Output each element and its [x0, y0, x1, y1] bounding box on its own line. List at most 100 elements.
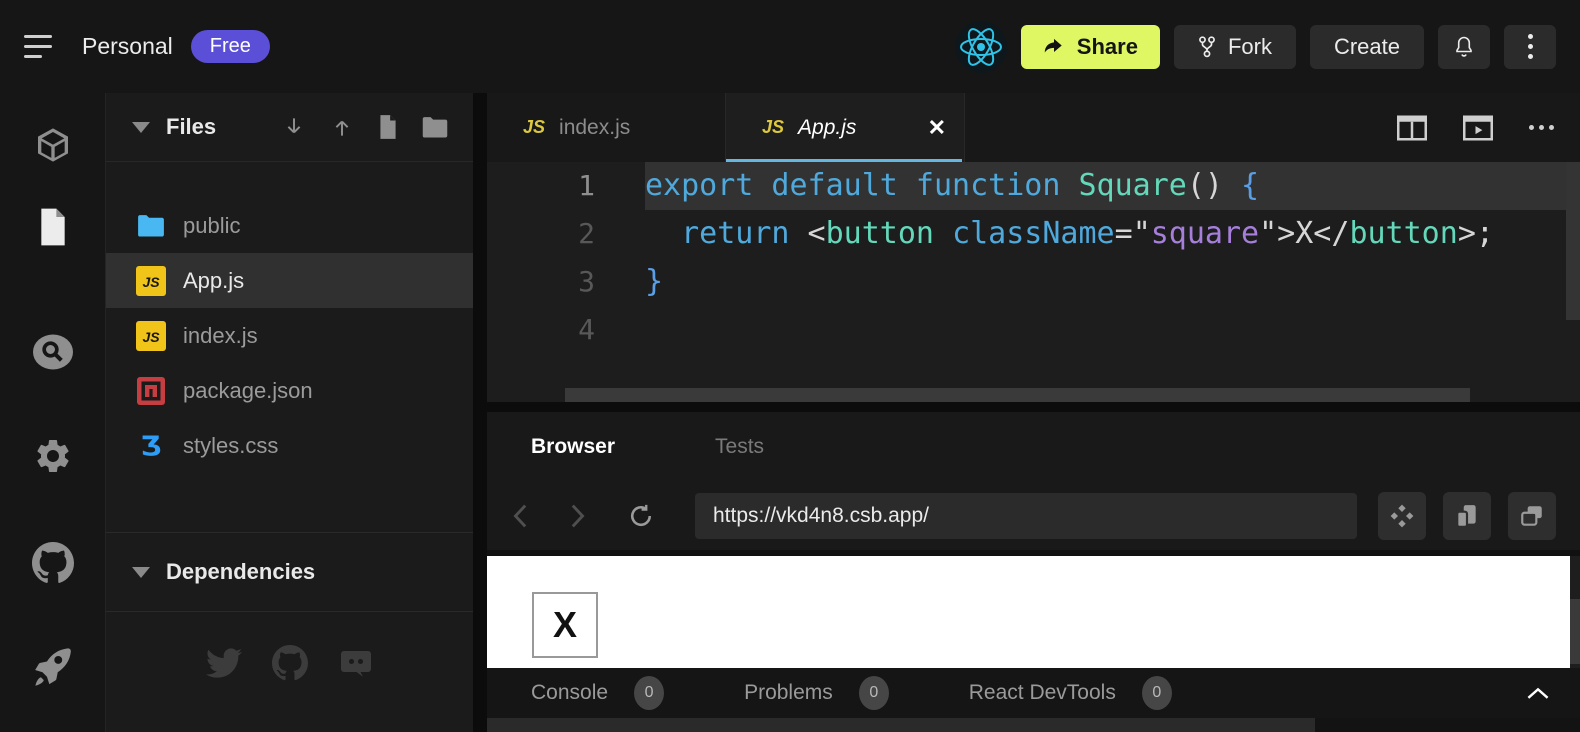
top-bar: Personal Free Share	[0, 0, 1580, 93]
devtools-tab-label: Problems	[744, 681, 833, 705]
devtools-tab-console[interactable]: Console0	[531, 676, 664, 710]
file-item-styles-css[interactable]: Ʒstyles.css	[106, 418, 473, 473]
new-folder-icon[interactable]	[421, 114, 449, 140]
plan-badge: Free	[191, 30, 270, 63]
horizontal-scrollbar[interactable]	[565, 388, 1470, 402]
new-file-icon[interactable]	[377, 114, 399, 140]
workspace-title: Personal	[82, 33, 173, 60]
file-label: index.js	[183, 323, 258, 349]
twitter-icon[interactable]	[206, 645, 242, 681]
responsive-mode-button[interactable]	[1443, 492, 1491, 540]
svg-text:JS: JS	[142, 329, 160, 345]
discord-icon[interactable]	[338, 645, 374, 681]
line-number: 2	[487, 210, 645, 258]
preview-scrollbar[interactable]	[1570, 556, 1580, 668]
chevron-up-icon[interactable]	[1526, 685, 1550, 701]
js-icon: JS	[523, 117, 545, 138]
browser-panel: Browser Tests https://vkd4n8.csb.app/	[487, 412, 1580, 732]
activity-rail	[0, 93, 105, 732]
back-icon[interactable]	[511, 503, 529, 529]
search-icon[interactable]	[25, 324, 81, 380]
bottom-scroll-track	[487, 718, 1580, 732]
devices-icon	[1454, 503, 1480, 529]
files-explorer-icon[interactable]	[25, 199, 81, 255]
forward-icon[interactable]	[569, 503, 587, 529]
upload-icon[interactable]	[329, 114, 355, 140]
editor-tab-bar: JS index.jsJS App.js ✕	[487, 93, 1580, 162]
close-tab-icon[interactable]: ✕	[928, 115, 946, 141]
line-number: 4	[487, 306, 645, 354]
sandbox-cube-icon[interactable]	[25, 117, 81, 173]
count-badge: 0	[1142, 676, 1172, 710]
settings-gear-icon[interactable]	[25, 428, 81, 484]
chevron-down-icon	[132, 567, 150, 578]
bottom-scroll-thumb[interactable]	[487, 718, 1315, 732]
url-input[interactable]: https://vkd4n8.csb.app/	[695, 493, 1357, 539]
more-options-button[interactable]	[1504, 25, 1556, 69]
browser-tab-tests[interactable]: Tests	[715, 435, 764, 459]
line-number: 1	[487, 162, 645, 210]
preview-actions-button[interactable]	[1378, 492, 1426, 540]
deployment-rocket-icon[interactable]	[25, 638, 81, 694]
editor-tab-index-js[interactable]: JS index.js	[487, 93, 726, 162]
devtools-tab-label: React DevTools	[969, 681, 1116, 705]
code-line: 1export default function Square() {	[487, 162, 1580, 210]
share-arrow-icon	[1043, 36, 1065, 58]
count-badge: 0	[634, 676, 664, 710]
css-file-icon: Ʒ	[136, 431, 166, 461]
js-file-icon: JS	[136, 266, 166, 296]
editor-column: JS index.jsJS App.js ✕ 1export default func…	[487, 93, 1580, 732]
fork-button[interactable]: Fork	[1174, 25, 1296, 69]
bell-icon	[1452, 34, 1476, 60]
refresh-icon[interactable]	[627, 502, 655, 530]
create-button[interactable]: Create	[1310, 25, 1424, 69]
split-view-icon[interactable]	[1397, 115, 1427, 141]
panel-splitter[interactable]	[473, 93, 487, 732]
code-line: 4	[487, 306, 1580, 354]
dependencies-section-title: Dependencies	[166, 559, 315, 585]
npm-file-icon	[136, 376, 166, 406]
file-item-index-js[interactable]: JS index.js	[106, 308, 473, 363]
dependencies-section-header[interactable]: Dependencies	[106, 532, 473, 612]
files-section-header[interactable]: Files	[106, 93, 473, 162]
svg-text:Ʒ: Ʒ	[141, 431, 162, 461]
file-item-package-json[interactable]: package.json	[106, 363, 473, 418]
square-button[interactable]: X	[532, 592, 598, 658]
file-item-public[interactable]: public	[106, 198, 473, 253]
open-new-window-button[interactable]	[1508, 492, 1556, 540]
vertical-scrollbar[interactable]	[1566, 162, 1580, 320]
tab-label: index.js	[559, 116, 630, 140]
devtools-tab-react-devtools[interactable]: React DevTools 0	[969, 676, 1172, 710]
editor-more-icon[interactable]	[1529, 125, 1554, 130]
code-text: return <button className="square">X</but…	[645, 210, 1580, 258]
editor-tab-App-js[interactable]: JSApp.js✕	[726, 93, 965, 162]
tab-label: App.js	[798, 116, 856, 140]
github-icon[interactable]	[25, 535, 81, 591]
file-label: public	[183, 213, 240, 239]
notifications-button[interactable]	[1438, 25, 1490, 69]
editor-preview-splitter[interactable]	[487, 402, 1580, 412]
file-item-App-js[interactable]: JS App.js	[106, 253, 473, 308]
download-icon[interactable]	[281, 114, 307, 140]
browser-tab-bar: Browser Tests	[487, 412, 1580, 482]
preview-window-icon[interactable]	[1463, 115, 1493, 141]
github-social-icon[interactable]	[272, 645, 308, 681]
file-label: package.json	[183, 378, 313, 404]
svg-text:JS: JS	[142, 274, 160, 290]
editor-tabs: JS index.jsJS App.js ✕	[487, 93, 965, 162]
code-lines: 1export default function Square() {2 ret…	[487, 162, 1580, 354]
preview-pane: X	[487, 550, 1580, 668]
kebab-menu-icon	[1528, 34, 1533, 59]
devtools-tab-problems[interactable]: Problems0	[744, 676, 889, 710]
line-number: 3	[487, 258, 645, 306]
codesandbox-app: Personal Free Share	[0, 0, 1580, 732]
chevron-down-icon	[132, 122, 150, 133]
stacked-windows-icon	[1519, 503, 1545, 529]
code-text: }	[645, 258, 1580, 306]
menu-icon[interactable]	[24, 35, 54, 58]
code-editor[interactable]: 1export default function Square() {2 ret…	[487, 162, 1580, 402]
browser-tab-browser[interactable]: Browser	[531, 435, 615, 459]
url-toolbar: https://vkd4n8.csb.app/	[487, 482, 1580, 550]
file-label: App.js	[183, 268, 244, 294]
share-button[interactable]: Share	[1021, 25, 1160, 69]
